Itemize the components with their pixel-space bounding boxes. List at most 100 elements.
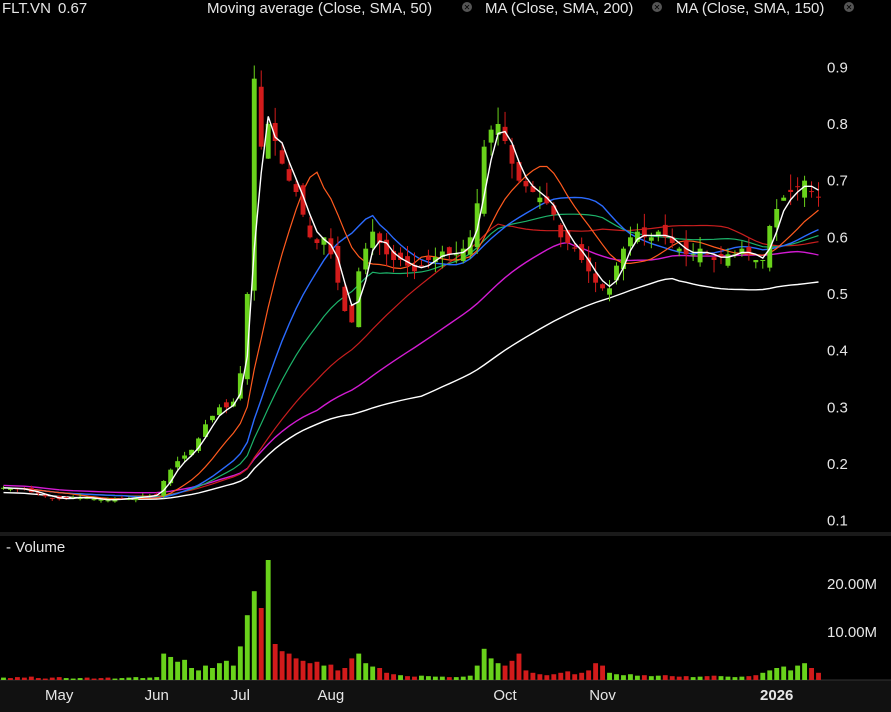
candle-body[interactable]: [523, 181, 529, 187]
volume-bar[interactable]: [565, 671, 571, 680]
volume-bar[interactable]: [627, 674, 633, 680]
candle-body[interactable]: [446, 247, 452, 255]
candle-body[interactable]: [175, 461, 181, 468]
volume-bar[interactable]: [474, 665, 480, 680]
volume-bar[interactable]: [14, 677, 20, 680]
candle-body[interactable]: [711, 257, 717, 260]
volume-bar[interactable]: [795, 665, 801, 680]
candle-body[interactable]: [690, 254, 696, 256]
volume-bar[interactable]: [502, 665, 508, 680]
volume-bar[interactable]: [314, 661, 320, 680]
volume-bar[interactable]: [161, 653, 167, 680]
volume-pane[interactable]: [1, 560, 821, 680]
candle-body[interactable]: [419, 265, 424, 267]
volume-bar[interactable]: [258, 608, 264, 680]
candle-body[interactable]: [572, 247, 578, 249]
volume-bar[interactable]: [558, 672, 564, 680]
candle-body[interactable]: [648, 237, 654, 241]
indicator-sma200-close-icon[interactable]: ✕: [652, 2, 662, 12]
candle-body[interactable]: [551, 205, 557, 215]
candle-body[interactable]: [593, 273, 599, 283]
candle-body[interactable]: [49, 497, 55, 499]
volume-bar[interactable]: [683, 676, 689, 680]
candle-body[interactable]: [760, 260, 766, 261]
indicator-sma50-close-icon[interactable]: ✕: [462, 2, 472, 12]
volume-bar[interactable]: [530, 672, 536, 680]
candle-body[interactable]: [279, 150, 285, 164]
candle-body[interactable]: [781, 197, 787, 201]
volume-bar[interactable]: [467, 675, 473, 680]
volume-bar[interactable]: [405, 676, 410, 680]
volume-bar[interactable]: [49, 677, 55, 680]
candle-body[interactable]: [223, 402, 229, 408]
candle-body[interactable]: [453, 254, 459, 256]
volume-bar[interactable]: [725, 676, 731, 680]
volume-bar[interactable]: [718, 676, 724, 680]
candle-body[interactable]: [802, 180, 808, 198]
volume-bar[interactable]: [300, 660, 306, 680]
volume-bar[interactable]: [391, 674, 397, 680]
volume-bar[interactable]: [816, 672, 821, 680]
ma-fast-line[interactable]: [3, 116, 819, 501]
volume-bar[interactable]: [147, 677, 153, 680]
candle-body[interactable]: [627, 237, 633, 247]
volume-bar[interactable]: [412, 676, 417, 680]
volume-bar[interactable]: [265, 560, 271, 680]
candle-body[interactable]: [795, 186, 801, 188]
volume-bar[interactable]: [753, 675, 759, 680]
candle-body[interactable]: [697, 248, 703, 263]
volume-bar[interactable]: [425, 676, 431, 680]
volume-bar[interactable]: [293, 658, 299, 680]
volume-bar[interactable]: [56, 677, 62, 680]
volume-bar[interactable]: [279, 651, 285, 680]
volume-bar[interactable]: [182, 659, 188, 680]
pane-divider[interactable]: [0, 532, 891, 536]
volume-bar[interactable]: [286, 653, 292, 680]
volume-bar[interactable]: [335, 670, 341, 680]
volume-bar[interactable]: [126, 677, 132, 680]
volume-bar[interactable]: [579, 672, 585, 680]
price-pane[interactable]: [1, 65, 821, 503]
candle-body[interactable]: [816, 196, 821, 198]
volume-bar[interactable]: [648, 676, 654, 680]
volume-bar[interactable]: [210, 668, 215, 680]
candle-body[interactable]: [425, 256, 431, 260]
volume-bar[interactable]: [495, 663, 501, 680]
candle-body[interactable]: [676, 248, 682, 252]
candle-body[interactable]: [258, 86, 264, 147]
candle-body[interactable]: [363, 248, 369, 270]
volume-bar[interactable]: [655, 675, 661, 680]
volume-bar[interactable]: [1, 677, 6, 680]
volume-bar[interactable]: [460, 676, 466, 680]
candle-body[interactable]: [488, 129, 494, 143]
candle-body[interactable]: [349, 304, 355, 323]
volume-bar[interactable]: [586, 670, 592, 680]
candle-body[interactable]: [105, 500, 111, 502]
volume-bar[interactable]: [98, 678, 104, 680]
volume-bar[interactable]: [356, 653, 362, 680]
candle-body[interactable]: [767, 226, 773, 268]
volume-bar[interactable]: [8, 678, 13, 680]
volume-bar[interactable]: [711, 675, 717, 680]
volume-bar[interactable]: [439, 676, 445, 680]
volume-bar[interactable]: [739, 676, 745, 680]
volume-bar[interactable]: [544, 675, 550, 680]
candle-body[interactable]: [558, 224, 564, 238]
volume-bar[interactable]: [328, 664, 334, 680]
volume-bar[interactable]: [307, 663, 313, 680]
volume-bar[interactable]: [91, 678, 97, 680]
volume-bar[interactable]: [342, 668, 348, 680]
volume-bar[interactable]: [774, 668, 780, 680]
candle-body[interactable]: [307, 225, 313, 238]
volume-bar[interactable]: [272, 644, 278, 680]
volume-bar[interactable]: [223, 660, 229, 680]
candle-body[interactable]: [809, 191, 814, 193]
volume-bar[interactable]: [662, 675, 668, 680]
volume-bar[interactable]: [537, 674, 543, 680]
volume-bar[interactable]: [216, 663, 222, 680]
volume-bar[interactable]: [634, 675, 640, 680]
volume-bar[interactable]: [363, 663, 369, 680]
volume-bar[interactable]: [621, 675, 626, 680]
volume-bar[interactable]: [600, 665, 606, 680]
volume-bar[interactable]: [453, 677, 459, 680]
